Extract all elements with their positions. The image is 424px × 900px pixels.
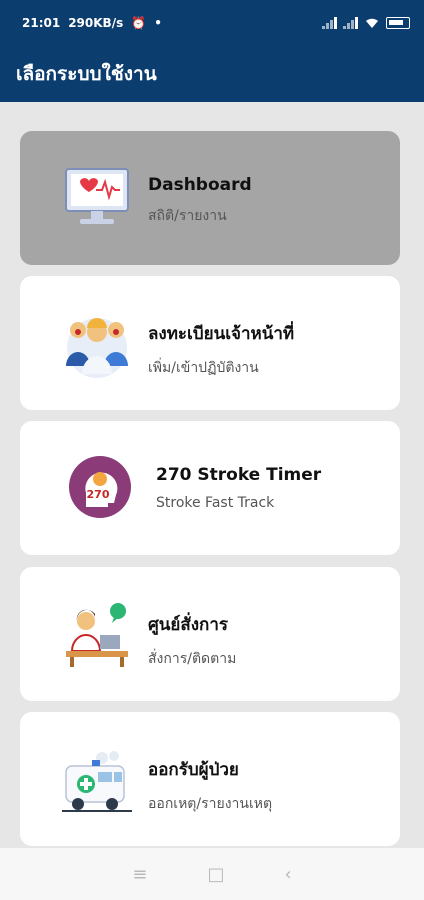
status-time: 21:01 [22, 16, 61, 30]
back-icon[interactable]: ‹ [284, 864, 291, 885]
menu-card-subtitle: เพิ่ม/เข้าปฏิบัติงาน [148, 360, 259, 376]
system-nav-bar: ≡ □ ‹ [0, 848, 424, 900]
menu-card-subtitle: สั่งการ/ติดตาม [148, 651, 237, 667]
menu-card-subtitle: สถิติ/รายงาน [148, 208, 227, 224]
dot-icon: • [154, 16, 162, 30]
battery-icon [386, 17, 410, 29]
command-center-icon [66, 603, 128, 667]
ambulance-icon [62, 751, 132, 812]
app-bar: เลือกระบบใช้งาน [0, 46, 424, 102]
menu-card-dashboard[interactable]: Dashboard สถิติ/รายงาน [20, 131, 400, 265]
home-icon[interactable]: □ [207, 864, 224, 885]
signal-icon-2 [343, 17, 358, 29]
menu-card-stroke-timer[interactable]: 270 270 Stroke Timer Stroke Fast Track [20, 421, 400, 555]
menu-icon[interactable]: ≡ [132, 864, 147, 885]
menu-card-title: Dashboard [148, 175, 252, 195]
medical-staff-icon [66, 318, 128, 378]
alarm-icon: ⏰ [131, 16, 147, 30]
menu-card-subtitle: ออกเหตุ/รายงานเหตุ [148, 796, 273, 812]
menu-card-command-center[interactable]: ศูนย์สั่งการ สั่งการ/ติดตาม [20, 567, 400, 701]
monitor-heartbeat-icon [65, 168, 129, 224]
page-title: เลือกระบบใช้งาน [16, 63, 157, 85]
menu-card-title: ศูนย์สั่งการ [148, 615, 229, 635]
menu-card-subtitle: Stroke Fast Track [156, 495, 275, 511]
menu-card-patient-pickup[interactable]: ออกรับผู้ป่วย ออกเหตุ/รายงานเหตุ [20, 712, 400, 846]
network-speed: 290KB/s [68, 16, 124, 30]
wifi-icon [366, 18, 378, 28]
brain-270-badge: 270 [87, 488, 110, 501]
menu-card-title: ลงทะเบียนเจ้าหน้าที่ [148, 324, 295, 344]
menu-card-staff-registration[interactable]: ลงทะเบียนเจ้าหน้าที่ เพิ่ม/เข้าปฏิบัติงา… [20, 276, 400, 410]
signal-icon [322, 17, 337, 29]
menu-card-title: 270 Stroke Timer [156, 465, 322, 485]
menu-card-title: ออกรับผู้ป่วย [148, 760, 239, 780]
status-bar: 21:01 290KB/s ⏰ • [0, 0, 424, 46]
brain-270-icon: 270 [69, 456, 131, 518]
